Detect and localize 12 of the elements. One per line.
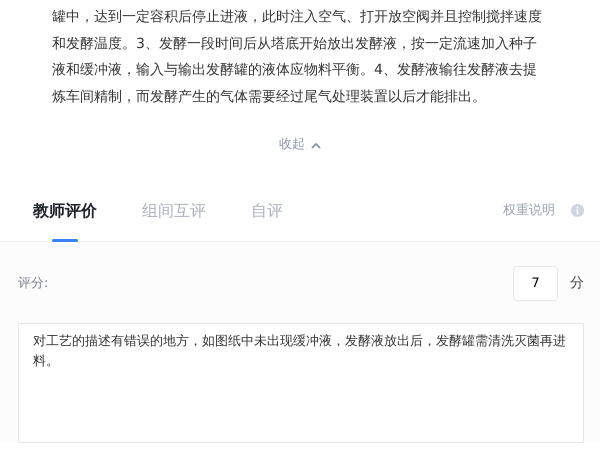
- info-icon[interactable]: [571, 204, 584, 217]
- score-unit: 分: [569, 274, 584, 293]
- comment-field[interactable]: 对工艺的描述有错误的地方，如图纸中未出现缓冲液，发酵液放出后，发酵罐需清洗灭菌再进料。: [18, 323, 584, 443]
- score-field[interactable]: 7: [513, 266, 558, 301]
- description-paragraph: 罐中，达到一定容积后停止进液，此时注入空气、打开放空阀并且控制搅拌速度和发酵温度。3、发酵一段时间后从塔底开始放出发酵液，按一定流速加入种子液和缓冲液，输入与输出发酵罐的液体应物料平衡。4、发酵液输往发酵液去提炼车间精制，而发酵产生的气体需要经过尾气处理装置以后才能排出。: [52, 8, 543, 106]
- weight-info-link[interactable]: 权重说明: [503, 200, 555, 220]
- collapse-button[interactable]: 收起: [279, 135, 321, 155]
- tab[interactable]: 组间互评: [142, 180, 206, 242]
- tab[interactable]: 教师评价: [33, 180, 97, 242]
- score-label: 评分:: [18, 274, 48, 293]
- chevron-up-icon: [311, 142, 321, 148]
- tab[interactable]: 自评: [251, 180, 283, 242]
